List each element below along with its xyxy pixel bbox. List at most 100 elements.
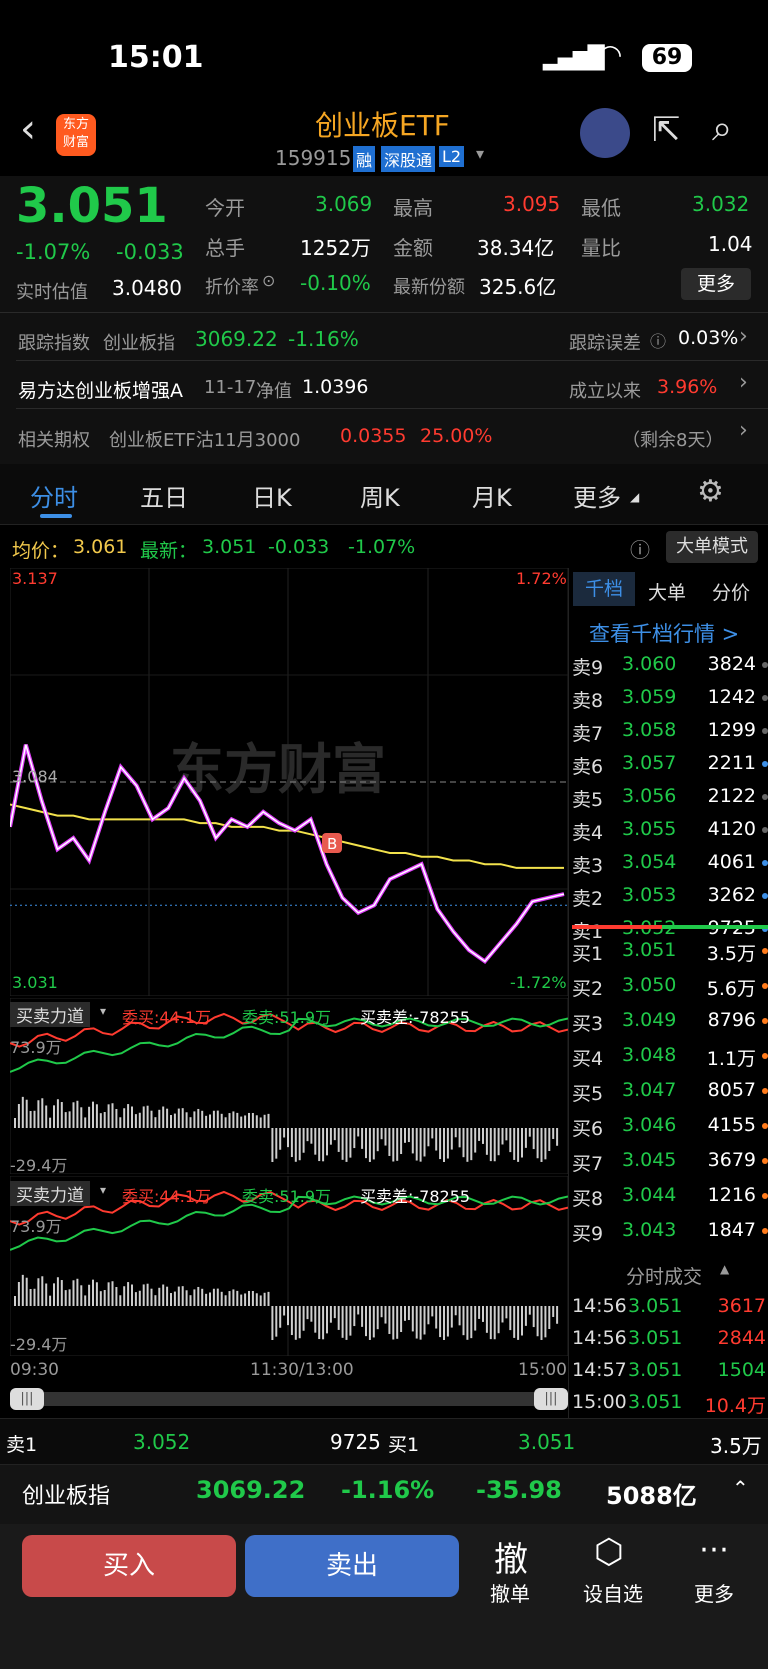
- order-indicator-dot: [762, 1158, 768, 1164]
- force-diff-bar: [446, 1128, 449, 1159]
- force-diff-bar: [170, 1115, 172, 1128]
- asks-row[interactable]: 卖8 3.059 1242: [572, 686, 768, 719]
- orderbook-link[interactable]: 查看千档行情 >: [589, 618, 739, 648]
- expand-up-icon[interactable]: ▲: [720, 1262, 729, 1276]
- asks-row[interactable]: 卖6 3.057 2211: [572, 752, 768, 785]
- index-amount: 5088亿: [606, 1482, 697, 1510]
- bids-row[interactable]: 买5 3.047 8057: [572, 1079, 768, 1112]
- bids-row[interactable]: 买1 3.051 3.5万: [572, 939, 768, 972]
- force-diff-bar: [407, 1306, 410, 1321]
- tab-monthly-k[interactable]: 月K: [472, 478, 512, 513]
- force-diff-bar: [154, 1117, 157, 1128]
- force-diff-bar: [517, 1128, 520, 1162]
- bids-row[interactable]: 买9 3.043 1847: [572, 1219, 768, 1252]
- force-diff-bar: [454, 1306, 457, 1316]
- help-icon[interactable]: ⓘ: [650, 328, 666, 352]
- force-diff-bar: [517, 1306, 520, 1340]
- settings-gear-icon[interactable]: ⚙: [697, 474, 724, 509]
- sell-button[interactable]: 卖出: [245, 1535, 459, 1597]
- back-icon[interactable]: ‹: [20, 106, 36, 152]
- force-diff-bar: [41, 1276, 44, 1306]
- force-diff-bar: [220, 1113, 223, 1128]
- asks-row[interactable]: 卖3 3.054 4061: [572, 851, 768, 884]
- asks-label: 卖9: [572, 657, 604, 679]
- price-chart[interactable]: 东方财富 3.137 3.031 1.72% -1.72% 3.084 B: [10, 568, 568, 996]
- option-remain: （剩余8天）: [622, 430, 724, 451]
- range-right-handle[interactable]: |||: [534, 1388, 568, 1410]
- dropdown-icon[interactable]: ▾: [476, 144, 484, 163]
- dropdown-icon[interactable]: ▾: [100, 1004, 106, 1018]
- ticks-title[interactable]: 分时成交: [626, 1262, 702, 1289]
- more-actions-button[interactable]: 更多: [694, 1578, 734, 1607]
- range-slider-track[interactable]: [10, 1392, 568, 1406]
- chevron-right-icon[interactable]: ›: [739, 370, 748, 395]
- force-diff-bar: [513, 1128, 516, 1160]
- fund-name[interactable]: 易方达创业板增强A: [18, 376, 183, 403]
- force-diff-bar: [197, 1286, 200, 1306]
- force-diff-bar: [400, 1128, 403, 1155]
- add-watchlist-icon[interactable]: ⬡: [594, 1532, 624, 1572]
- bids-row[interactable]: 买6 3.046 4155: [572, 1114, 768, 1147]
- chevron-right-icon[interactable]: ›: [739, 418, 748, 443]
- ticks-row[interactable]: 14:57 3.051 1504: [572, 1359, 768, 1392]
- add-watchlist-button[interactable]: 设自选: [583, 1578, 643, 1607]
- more-button[interactable]: 更多: [681, 268, 751, 300]
- premium-value: -0.10%: [300, 271, 371, 295]
- asks-row[interactable]: 卖4 3.055 4120: [572, 818, 768, 851]
- cancel-order-button[interactable]: 撤单: [490, 1578, 530, 1607]
- bids-row[interactable]: 买4 3.048 1.1万: [572, 1044, 768, 1077]
- asks-row[interactable]: 卖5 3.056 2122: [572, 785, 768, 818]
- share-icon[interactable]: ⇱: [652, 110, 681, 150]
- force-diff-bar: [345, 1128, 348, 1162]
- tab-daily-k[interactable]: 日K: [252, 478, 292, 513]
- asks-row[interactable]: 卖2 3.053 3262: [572, 884, 768, 917]
- orderbook-tab-price[interactable]: 分价: [712, 578, 750, 605]
- shares-value: 325.6亿: [479, 275, 557, 299]
- tab-5day[interactable]: 五日: [140, 478, 188, 513]
- orderbook-tab-big[interactable]: 大单: [648, 578, 686, 605]
- force-diff-bar: [76, 1278, 79, 1306]
- force-diff-bar: [404, 1128, 406, 1143]
- bottom-sell-vol: 9725: [330, 1430, 381, 1454]
- asks-row[interactable]: 卖7 3.058 1299: [572, 719, 768, 752]
- dropdown-icon[interactable]: ▾: [100, 1183, 106, 1197]
- force-title-1[interactable]: 买卖力道: [10, 1002, 90, 1027]
- chevron-up-icon[interactable]: ⌃: [732, 1476, 749, 1500]
- bids-row[interactable]: 买3 3.049 8796: [572, 1009, 768, 1042]
- force-diff-bar: [275, 1306, 278, 1337]
- assistant-avatar-icon[interactable]: [580, 108, 630, 158]
- ticks-row[interactable]: 14:56 3.051 3617: [572, 1295, 768, 1328]
- force-diff-bar: [353, 1306, 356, 1327]
- cancel-order-icon[interactable]: 撤: [494, 1532, 528, 1581]
- ticks-label: 14:57: [572, 1359, 627, 1381]
- force-diff-bar: [103, 1290, 106, 1306]
- force-diff-bar: [185, 1112, 188, 1128]
- asks-row[interactable]: 卖9 3.060 3824: [572, 653, 768, 686]
- force-title-2[interactable]: 买卖力道: [10, 1181, 90, 1206]
- force-diff-bar: [220, 1291, 223, 1306]
- tab-weekly-k[interactable]: 周K: [360, 478, 400, 513]
- ticks-row[interactable]: 14:56 3.051 2844: [572, 1327, 768, 1360]
- buy-button[interactable]: 买入: [22, 1535, 236, 1597]
- force-diff-bar: [353, 1128, 356, 1149]
- amount-value: 38.34亿: [477, 236, 555, 260]
- orderbook-tab-depth[interactable]: 千档: [573, 572, 635, 606]
- bids-row[interactable]: 买8 3.044 1216: [572, 1184, 768, 1217]
- info-icon[interactable]: ⊙: [262, 271, 275, 290]
- force-diff-bar: [201, 1288, 204, 1306]
- tab-more[interactable]: 更多: [573, 478, 621, 513]
- bids-row[interactable]: 买2 3.050 5.6万: [572, 974, 768, 1007]
- bids-row[interactable]: 买7 3.045 3679: [572, 1149, 768, 1182]
- option-name[interactable]: 创业板ETF沽11月3000: [109, 426, 300, 452]
- chevron-right-icon[interactable]: ›: [739, 324, 748, 349]
- more-dots-icon[interactable]: ⋯: [699, 1532, 729, 1567]
- range-left-handle[interactable]: |||: [10, 1388, 44, 1410]
- force-diff-bar: [177, 1286, 180, 1306]
- tab-intraday[interactable]: 分时: [30, 478, 78, 513]
- big-order-mode-button[interactable]: 大单模式: [666, 531, 758, 563]
- force-diff-bar: [524, 1128, 527, 1148]
- force-diff-bar: [99, 1113, 102, 1128]
- help-icon[interactable]: ⓘ: [630, 534, 650, 563]
- force-diff-bar: [290, 1128, 293, 1158]
- search-icon[interactable]: ⌕: [712, 108, 732, 150]
